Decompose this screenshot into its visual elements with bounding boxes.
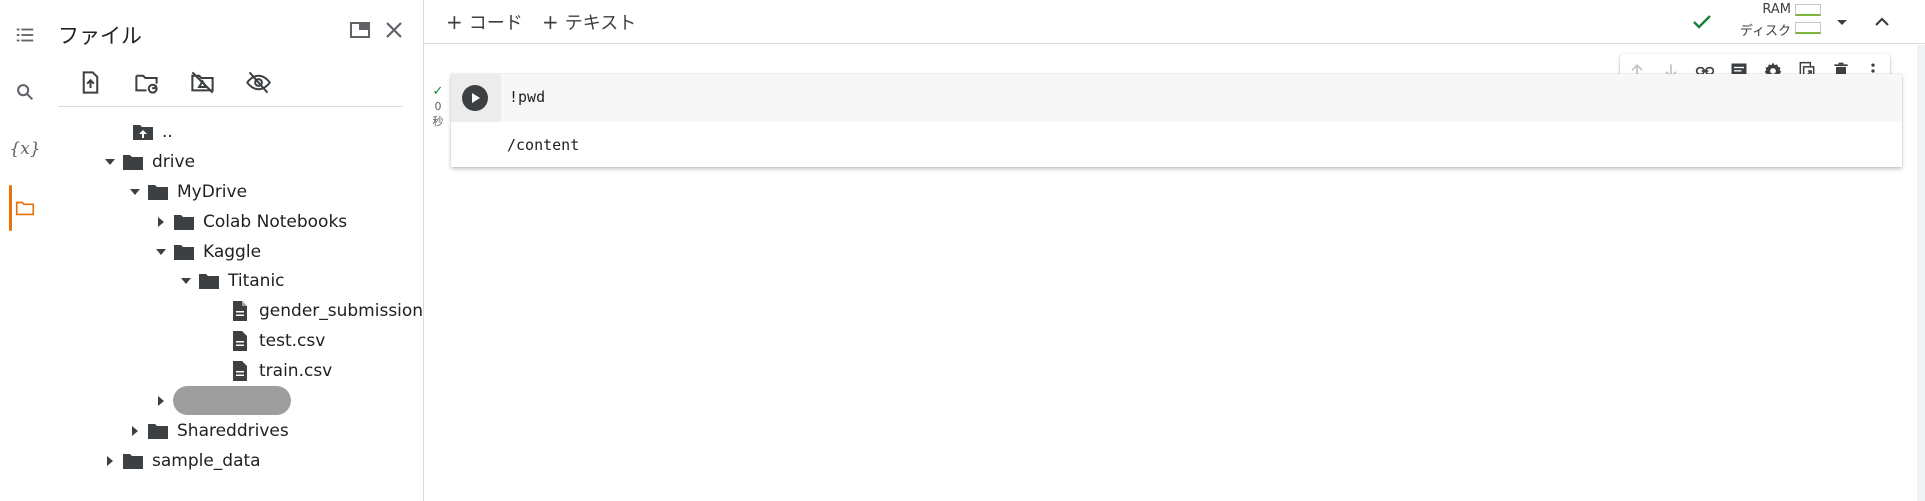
folder-icon [145,180,171,204]
tree-item-label: Kaggle [203,242,262,262]
tree-item-mydrive[interactable]: MyDrive [125,177,247,207]
caret-right-icon[interactable] [151,207,171,237]
folder-icon [171,210,197,234]
success-check-icon: ✓ [432,84,444,99]
tree-item-parent[interactable]: .. [110,117,173,147]
notebook-toolbar: + コード + テキスト RAM ディスク [424,0,1925,44]
ram-label: RAM [1762,2,1791,17]
caret-right-icon[interactable] [100,446,120,476]
ram-usage-bar [1795,4,1821,16]
tree-item-test-csv[interactable]: test.csv [207,326,325,356]
tree-item-label: Titanic [228,271,285,291]
caret-down-icon[interactable] [151,237,171,267]
tree-item-label: drive [152,152,196,172]
play-icon [472,93,480,103]
file-toolbar [70,62,400,102]
code-text[interactable]: !pwd [509,88,545,106]
tree-item-label: .. [162,122,173,142]
run-gutter [451,74,501,122]
refresh-folder-icon[interactable] [126,62,166,102]
folder-icon [196,269,222,293]
variables-icon[interactable]: {x} [8,132,42,166]
caret-down-icon[interactable] [125,177,145,207]
upload-file-icon[interactable] [70,62,110,102]
tree-item-redacted[interactable] [151,386,171,416]
add-text-button[interactable]: + テキスト [542,8,636,36]
exec-time: 0 [434,100,442,113]
disk-label: ディスク [1739,24,1791,39]
tree-item-kaggle[interactable]: Kaggle [151,237,261,267]
add-code-button[interactable]: + コード [446,8,523,36]
tree-item-label: test.csv [259,331,326,351]
caret-down-icon[interactable] [100,147,120,177]
folder-icon [120,150,146,174]
file-icon [227,329,253,353]
tree-item-colab-notebooks[interactable]: Colab Notebooks [151,207,347,237]
cell-output: /content [507,136,580,154]
file-icon [227,359,253,383]
code-cell[interactable]: !pwd /content [451,74,1902,167]
tree-item-label: Shareddrives [177,421,289,441]
unmount-drive-icon[interactable] [182,62,222,102]
tree-item-label: sample_data [152,451,261,471]
tree-item-drive[interactable]: drive [100,147,195,177]
tree-item-label: train.csv [259,361,333,381]
connected-check-icon [1693,15,1711,29]
tree-item-label: MyDrive [177,182,248,202]
chevron-up-icon[interactable] [1870,10,1894,34]
folder-icon [171,240,197,264]
caret-right-icon[interactable] [125,416,145,446]
redacted-label [173,386,291,415]
file-panel: ファイル .. drive MyDrive Colab Notebooks Ka… [50,0,454,501]
tree-item-train-csv[interactable]: train.csv [207,356,332,386]
folder-icon [120,449,146,473]
folder-icon[interactable] [8,191,42,225]
tree-item-sample-data[interactable]: sample_data [100,446,261,476]
folder-up-icon [130,120,156,144]
open-in-tab-icon[interactable] [346,16,374,44]
caret-down-icon[interactable] [1832,12,1852,32]
tree-item-label: Colab Notebooks [203,212,348,232]
panel-title: ファイル [58,24,142,48]
folder-icon [145,419,171,443]
tree-item-titanic[interactable]: Titanic [176,266,285,296]
execution-status: ✓ 0 秒 [428,84,448,129]
file-icon [227,299,253,323]
run-cell-button[interactable] [462,85,488,111]
disk-usage-bar [1795,22,1821,34]
tree-item-shareddrives[interactable]: Shareddrives [125,416,289,446]
exec-time-unit: 秒 [432,115,444,128]
hide-files-icon[interactable] [238,62,278,102]
plus-icon: + [446,10,463,34]
table-of-contents-icon[interactable] [8,18,42,52]
close-icon[interactable] [380,16,408,44]
add-code-label: コード [468,13,523,34]
search-icon[interactable] [8,75,42,109]
tree-item-gender-submission[interactable]: gender_submission.c... [207,296,454,326]
left-icon-rail: {x} [0,0,50,501]
panel-divider [58,106,403,107]
code-editor[interactable]: !pwd [451,74,1902,122]
scrollbar[interactable] [1917,45,1925,501]
caret-down-icon[interactable] [176,266,196,296]
add-text-label: テキスト [564,13,637,34]
caret-right-icon[interactable] [151,386,171,416]
plus-icon: + [542,10,559,34]
